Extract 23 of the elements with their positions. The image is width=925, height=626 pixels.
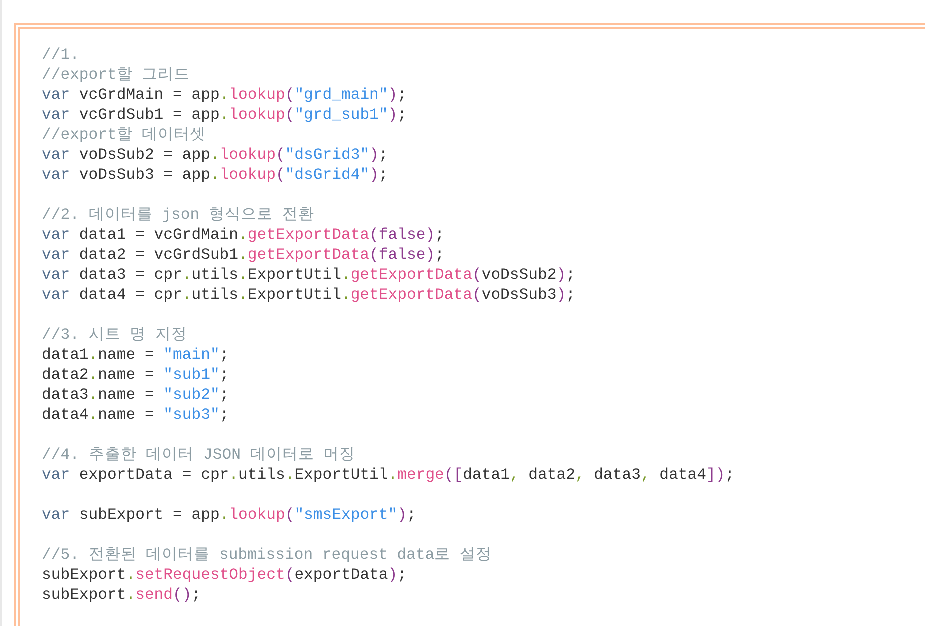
code-comment: //2. 데이터를 json 형식으로 전환 [42,205,314,225]
code-line: var voDsSub2 = app.lookup("dsGrid3"); [42,145,388,165]
code-comment: //1. [42,45,80,65]
code-comment: //export할 데이터셋 [42,125,206,145]
code-line: data2.name = "sub1"; [42,365,230,385]
code-line: data1.name = "main"; [42,345,230,365]
code-line: var vcGrdSub1 = app.lookup("grd_sub1"); [42,105,407,125]
code-comment: //3. 시트 명 지정 [42,325,188,345]
code-comment: //5. 전환된 데이터를 submission request data로 설정 [42,545,492,565]
code-line: var vcGrdMain = app.lookup("grd_main"); [42,85,407,105]
code-line: var data3 = cpr.utils.ExportUtil.getExportData(voDsSub2); [42,265,576,285]
code-line: data3.name = "sub2"; [42,385,230,405]
code-line: var exportData = cpr.utils.ExportUtil.merge([data1, data2, data3, data4]); [42,465,735,485]
code-line: var data4 = cpr.utils.ExportUtil.getExportData(voDsSub3); [42,285,576,305]
code-line: var subExport = app.lookup("smsExport"); [42,505,416,525]
code-line: subExport.send(); [42,585,202,605]
code-line: data4.name = "sub3"; [42,405,230,425]
code-line: subExport.setRequestObject(exportData); [42,565,407,585]
code-line: var data2 = vcGrdSub1.getExportData(false); [42,245,444,265]
code-comment: //export할 그리드 [42,65,190,85]
code-line: var voDsSub3 = app.lookup("dsGrid4"); [42,165,388,185]
code-line: var data1 = vcGrdMain.getExportData(false); [42,225,444,245]
code-comment: //4. 추출한 데이터 JSON 데이터로 머징 [42,445,356,465]
